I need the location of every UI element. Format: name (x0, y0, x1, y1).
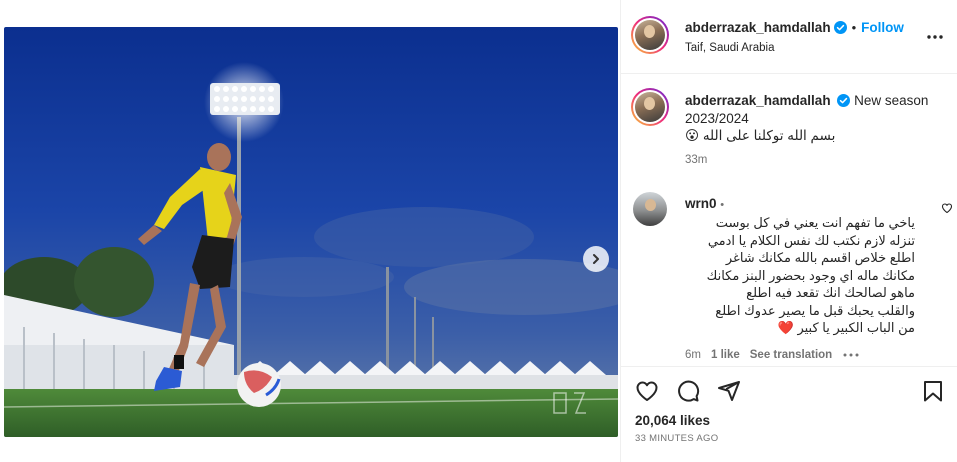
post-photo[interactable] (4, 27, 618, 437)
author-avatar[interactable] (631, 16, 669, 54)
commenter-username[interactable]: wrn0 (685, 196, 717, 211)
chevron-right-icon (593, 254, 599, 264)
comment-meta: 6m 1 like See translation (685, 349, 860, 361)
comment-icon[interactable] (676, 379, 700, 403)
commenter-separator: • (720, 199, 725, 211)
more-options-icon[interactable] (926, 28, 944, 46)
comment-text: ياخي ما تفهم انت يعني في كل بوست تنزله ل… (685, 214, 915, 337)
caption-text: abderrazak_hamdallah New season 2023/202… (685, 92, 951, 128)
share-icon[interactable] (717, 379, 741, 403)
verified-icon (833, 21, 847, 34)
follow-button[interactable]: Follow (861, 20, 904, 35)
post-media-area (0, 0, 620, 462)
bookmark-icon[interactable] (922, 379, 944, 403)
post-details-panel: abderrazak_hamdallah • Follow Taif, Saud… (620, 0, 957, 462)
caption-arabic-text: بسم الله توكلنا على الله 😮 (685, 128, 836, 143)
see-translation-link[interactable]: See translation (750, 349, 832, 361)
caption-timestamp[interactable]: 33m (685, 154, 707, 166)
caption-username[interactable]: abderrazak_hamdallah (685, 93, 831, 108)
comment-more-icon[interactable] (842, 352, 860, 358)
comment-like-heart-icon[interactable] (941, 202, 953, 214)
commenter-avatar[interactable] (633, 192, 667, 226)
comment-line: تنزله لازم نكتب لك نفس الكلام يا ادمي (707, 232, 915, 248)
post-location[interactable]: Taif, Saudi Arabia (685, 42, 775, 54)
post-time-ago: 33 MINUTES AGO (635, 433, 719, 444)
post-actions-bar: 20,064 likes 33 MINUTES AGO (621, 366, 957, 462)
comment-line: ماهو لصالحك انك تقعد فيه اطلع (746, 285, 915, 300)
heart-icon[interactable] (635, 379, 659, 403)
author-username[interactable]: abderrazak_hamdallah (685, 20, 831, 35)
header-separator: • (851, 20, 857, 35)
carousel-next-button[interactable] (583, 246, 609, 272)
comment-line: اطلع خلاص اقسم بالله مكانك شاغر (725, 250, 915, 265)
caption-line-2: 2023/2024 (685, 111, 749, 126)
like-count[interactable]: 20,064 likes (635, 413, 710, 428)
post-header: abderrazak_hamdallah • Follow Taif, Saud… (621, 0, 957, 74)
comment-line: مكانك ماله اي وجود بحضور البنز مكانك (706, 267, 915, 283)
comment-line: ياخي ما تفهم انت يعني في كل بوست (715, 215, 915, 230)
caption-line-1: New season (854, 93, 929, 108)
stadium-photo-scene (4, 27, 618, 437)
comment-timestamp[interactable]: 6m (685, 349, 701, 361)
comment-line: من الباب الكبير يا كبير ❤️ (777, 320, 915, 335)
comment-like-count[interactable]: 1 like (711, 349, 740, 361)
comment-line: والقلب يحبك قبل ما يصير عدوك اطلع (715, 302, 915, 318)
caption-author-avatar[interactable] (631, 88, 669, 126)
verified-icon (837, 94, 851, 107)
